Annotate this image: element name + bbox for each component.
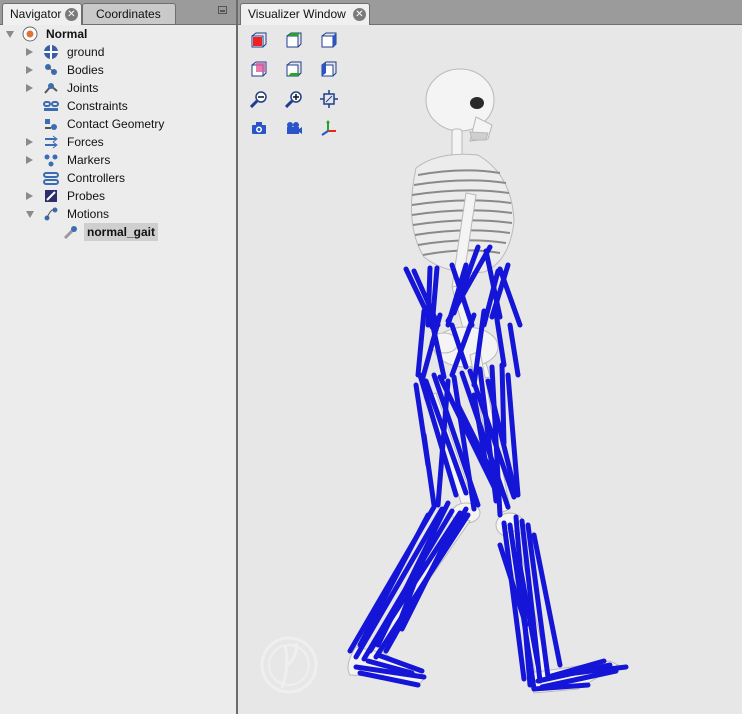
tab-coordinates[interactable]: Coordinates bbox=[82, 3, 176, 24]
motion-icon bbox=[63, 224, 79, 240]
collapse-triangle-icon[interactable] bbox=[26, 84, 33, 92]
muscle-path bbox=[415, 308, 427, 378]
close-icon[interactable]: ✕ bbox=[353, 8, 366, 21]
navigator-tab-bar: Navigator ✕ Coordinates bbox=[0, 0, 236, 25]
zoom-in-icon[interactable] bbox=[284, 90, 303, 109]
tree-item-joints[interactable]: Joints bbox=[0, 79, 236, 97]
navigator-panel: Navigator ✕ Coordinates Normal ground Bodi… bbox=[0, 0, 236, 714]
tab-navigator[interactable]: Navigator ✕ bbox=[2, 3, 82, 25]
bottom-view-icon[interactable] bbox=[285, 61, 303, 79]
tree-item-label: Markers bbox=[67, 153, 111, 167]
tree-item-motions[interactable]: Motions bbox=[0, 205, 236, 223]
contact-geometry-icon bbox=[43, 116, 59, 132]
tree-item-label: Forces bbox=[67, 135, 104, 149]
tree-item-label: ground bbox=[67, 45, 105, 59]
tab-visualizer-label: Visualizer Window bbox=[248, 7, 346, 21]
tree-item-label: Controllers bbox=[67, 171, 126, 185]
tree-item-label: Joints bbox=[67, 81, 99, 95]
toggle-axes-icon[interactable] bbox=[320, 119, 338, 137]
tree-item-label: normal_gait bbox=[84, 223, 159, 241]
tree-item-bodies[interactable]: Bodies bbox=[0, 61, 236, 79]
zoom-out-icon[interactable] bbox=[249, 90, 268, 109]
collapse-triangle-icon[interactable] bbox=[26, 138, 33, 146]
model-icon bbox=[22, 26, 38, 42]
front-view-icon[interactable] bbox=[250, 32, 268, 50]
collapse-triangle-icon[interactable] bbox=[26, 192, 33, 200]
tree-item-ground[interactable]: ground bbox=[0, 43, 236, 61]
tab-visualizer-window[interactable]: Visualizer Window ✕ bbox=[240, 3, 370, 25]
visualizer-panel: Visualizer Window ✕ bbox=[238, 0, 742, 714]
tree-item-probes[interactable]: Probes bbox=[0, 187, 236, 205]
motions-icon bbox=[43, 206, 59, 222]
fit-to-screen-icon[interactable] bbox=[320, 90, 338, 108]
tree-item-label: Probes bbox=[67, 189, 106, 203]
muscle-path bbox=[497, 266, 523, 328]
skeleton-model-scene[interactable] bbox=[238, 25, 742, 714]
tree-item-contact-geometry[interactable]: Contact Geometry bbox=[0, 115, 236, 133]
tree-item-label: Bodies bbox=[67, 63, 104, 77]
collapse-triangle-icon[interactable] bbox=[26, 66, 33, 74]
muscle-path bbox=[507, 322, 521, 378]
probes-icon bbox=[43, 188, 59, 204]
tree-item-normal[interactable]: Normal bbox=[0, 25, 236, 43]
tree-item-label: Contact Geometry bbox=[67, 117, 165, 131]
muscle-path bbox=[353, 506, 445, 660]
forces-icon bbox=[43, 134, 59, 150]
joints-icon bbox=[43, 80, 59, 96]
record-movie-icon[interactable] bbox=[285, 119, 303, 137]
tab-coordinates-label: Coordinates bbox=[96, 7, 161, 21]
expand-triangle-icon[interactable] bbox=[26, 211, 34, 218]
right-view-icon[interactable] bbox=[320, 32, 338, 50]
constraints-icon bbox=[43, 98, 59, 114]
tab-navigator-label: Navigator bbox=[10, 7, 62, 21]
tree-item-markers[interactable]: Markers bbox=[0, 151, 236, 169]
visualizer-tab-bar: Visualizer Window ✕ bbox=[238, 0, 742, 25]
expand-triangle-icon[interactable] bbox=[6, 31, 14, 38]
tree-item-forces[interactable]: Forces bbox=[0, 133, 236, 151]
3d-viewport[interactable] bbox=[238, 25, 742, 714]
back-view-icon[interactable] bbox=[250, 61, 268, 79]
markers-icon bbox=[43, 152, 59, 168]
tree-item-label: Normal bbox=[46, 27, 88, 41]
tree-item-constraints[interactable]: Constraints bbox=[0, 97, 236, 115]
muscle-path bbox=[493, 310, 507, 368]
collapse-triangle-icon[interactable] bbox=[26, 48, 33, 56]
tree-item-controllers[interactable]: Controllers bbox=[0, 169, 236, 187]
ground-icon bbox=[43, 44, 59, 60]
bodies-icon bbox=[43, 62, 59, 78]
muscle-paths bbox=[347, 244, 629, 692]
left-view-icon[interactable] bbox=[320, 61, 338, 79]
snapshot-camera-icon[interactable] bbox=[250, 119, 268, 137]
controllers-icon bbox=[43, 170, 59, 186]
collapse-triangle-icon[interactable] bbox=[26, 156, 33, 164]
tree-item-label: Motions bbox=[67, 207, 110, 221]
opensim-watermark-icon bbox=[260, 636, 318, 694]
minimize-window-icon[interactable] bbox=[218, 6, 227, 14]
top-view-icon[interactable] bbox=[285, 32, 303, 50]
close-icon[interactable]: ✕ bbox=[65, 8, 78, 21]
muscle-path bbox=[421, 432, 437, 508]
tree-item-normal-gait[interactable]: normal_gait bbox=[0, 223, 236, 241]
tree-item-label: Constraints bbox=[67, 99, 128, 113]
